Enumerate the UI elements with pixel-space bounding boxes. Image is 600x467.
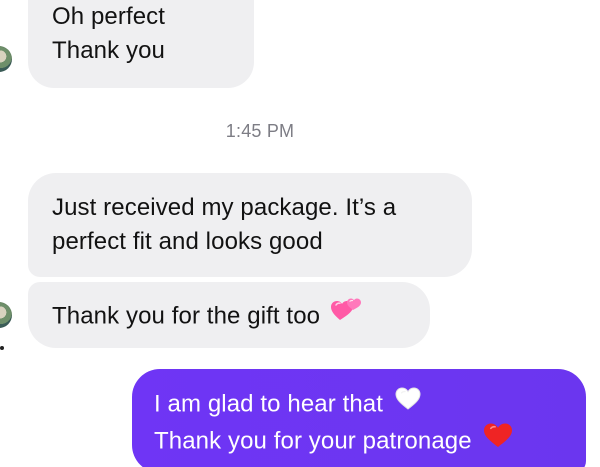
sender-avatar[interactable] bbox=[0, 302, 12, 328]
message-text-line: perfect fit and looks good bbox=[52, 228, 323, 255]
message-text-line: I am glad to hear that bbox=[154, 387, 586, 423]
message-text-line: Thank you bbox=[52, 37, 165, 64]
two-hearts-icon bbox=[330, 296, 362, 334]
status-dot bbox=[0, 346, 4, 350]
message-text-line: Thank you for your patronage bbox=[154, 423, 586, 461]
incoming-message-bubble[interactable]: Oh perfect Thank you bbox=[28, 0, 254, 88]
red-heart-icon bbox=[482, 421, 514, 459]
message-text-line: Thank you for the gift too bbox=[52, 298, 430, 336]
outgoing-message-bubble[interactable]: I am glad to hear that Thank you for you… bbox=[132, 369, 586, 467]
sender-avatar[interactable] bbox=[0, 46, 12, 72]
incoming-message-bubble[interactable]: Thank you for the gift too bbox=[28, 282, 430, 348]
message-thread[interactable]: Oh perfect Thank you 1:45 PM Just receiv… bbox=[0, 0, 600, 467]
incoming-message-bubble[interactable]: Just received my package. It’s a perfect… bbox=[28, 173, 472, 277]
white-heart-icon bbox=[393, 385, 423, 421]
message-text: Thank you for the gift too bbox=[52, 302, 321, 330]
message-text-line: Oh perfect bbox=[52, 3, 166, 30]
message-timestamp: 1:45 PM bbox=[225, 121, 295, 141]
message-text: Thank you for your patronage bbox=[154, 427, 472, 455]
message-text: I am glad to hear that bbox=[154, 390, 384, 418]
message-text-line: Just received my package. It’s a bbox=[52, 194, 397, 221]
